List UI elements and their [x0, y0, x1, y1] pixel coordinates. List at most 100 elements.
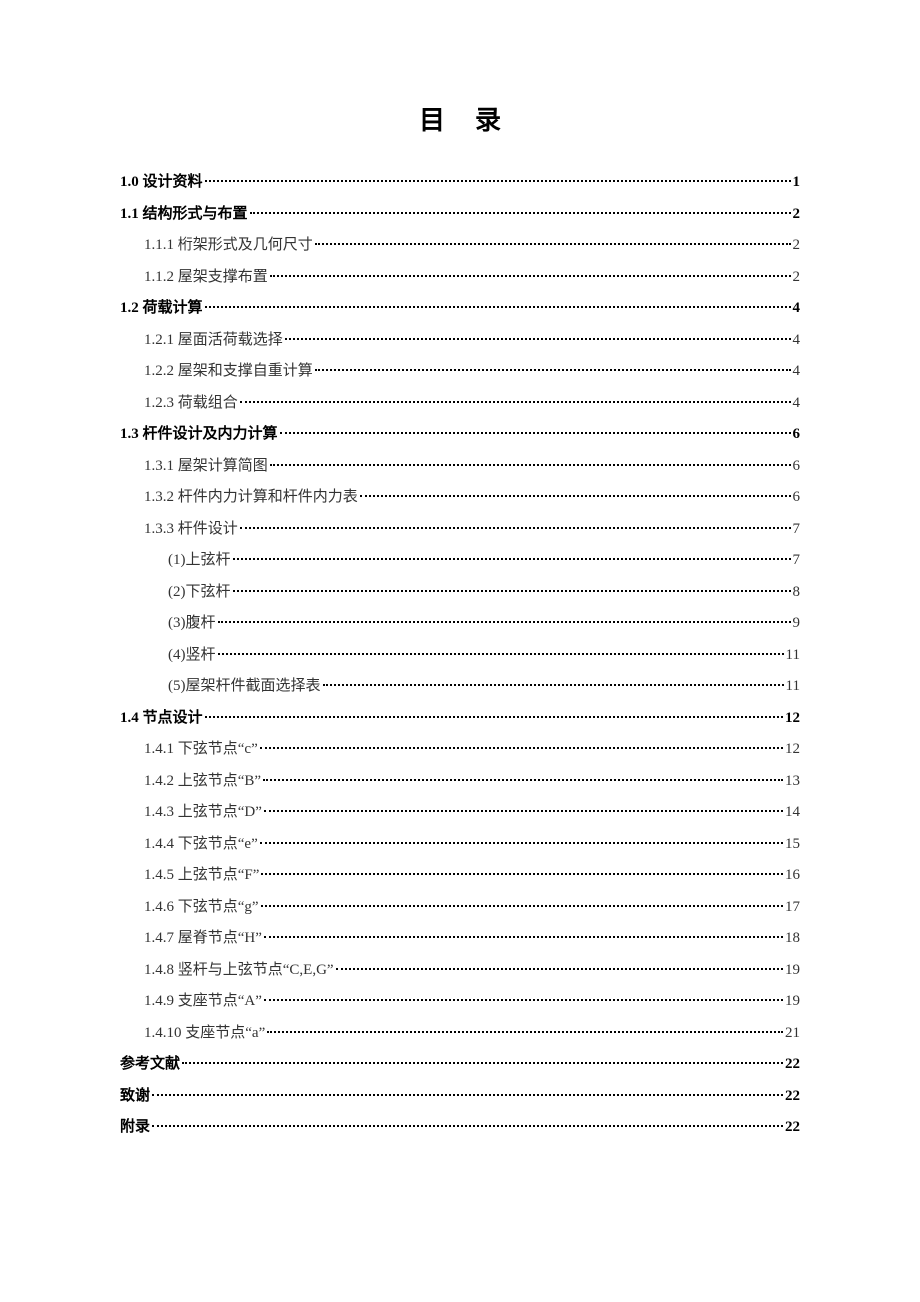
- toc-entry-label: 1.3.2 杆件内力计算和杆件内力表: [144, 482, 358, 514]
- toc-entry-label: 致谢: [120, 1081, 150, 1113]
- toc-leader-dots: [267, 1031, 783, 1033]
- toc-entry: 1.1 结构形式与布置2: [120, 199, 800, 231]
- toc-entry-label: 附录: [120, 1112, 150, 1144]
- toc-leader-dots: [264, 936, 783, 938]
- toc-leader-dots: [260, 747, 783, 749]
- toc-entry: 1.4.2 上弦节点“B” 13: [120, 766, 800, 798]
- toc-leader-dots: [315, 369, 791, 371]
- toc-entry-page: 13: [785, 766, 800, 798]
- toc-entry: 1.4.5 上弦节点“F”16: [120, 860, 800, 892]
- toc-entry-page: 9: [793, 608, 801, 640]
- toc-entry: 致谢 22: [120, 1081, 800, 1113]
- toc-entry: 参考文献 22: [120, 1049, 800, 1081]
- toc-entry-label: 1.2.1 屋面活荷载选择: [144, 325, 283, 357]
- toc-entry-page: 8: [793, 577, 801, 609]
- toc-entry: 1.4.4 下弦节点“e” 15: [120, 829, 800, 861]
- toc-entry-label: 1.4.4 下弦节点“e”: [144, 829, 258, 861]
- toc-entry-page: 11: [786, 640, 800, 672]
- toc-leader-dots: [233, 590, 791, 592]
- toc-leader-dots: [323, 684, 784, 686]
- toc-leader-dots: [264, 810, 783, 812]
- toc-leader-dots: [152, 1125, 783, 1127]
- toc-entry: (5)屋架杆件截面选择表 11: [120, 671, 800, 703]
- toc-entry: (1)上弦杆7: [120, 545, 800, 577]
- toc-entry-label: 1.4.1 下弦节点“c”: [144, 734, 258, 766]
- toc-entry-label: 1.4.3 上弦节点“D”: [144, 797, 262, 829]
- toc-leader-dots: [264, 999, 783, 1001]
- toc-entry: (3)腹杆 9: [120, 608, 800, 640]
- toc-entry-label: 1.1.2 屋架支撑布置: [144, 262, 268, 294]
- toc-entry-page: 18: [785, 923, 800, 955]
- toc-entry-page: 19: [785, 955, 800, 987]
- toc-entry-page: 2: [793, 199, 801, 231]
- toc-entry-page: 11: [786, 671, 800, 703]
- toc-entry: 1.2.3 荷载组合 4: [120, 388, 800, 420]
- toc-entry: (4)竖杆 11: [120, 640, 800, 672]
- toc-entry-label: 1.4.7 屋脊节点“H”: [144, 923, 262, 955]
- toc-entry-page: 4: [793, 293, 801, 325]
- toc-leader-dots: [250, 212, 791, 214]
- toc-entry: 1.3.2 杆件内力计算和杆件内力表 6: [120, 482, 800, 514]
- table-of-contents: 1.0 设计资料11.1 结构形式与布置21.1.1 桁架形式及几何尺寸21.1…: [120, 167, 800, 1144]
- toc-entry-page: 22: [785, 1112, 800, 1144]
- toc-leader-dots: [205, 716, 783, 718]
- toc-entry: 1.4.10 支座节点“a”21: [120, 1018, 800, 1050]
- toc-leader-dots: [360, 495, 791, 497]
- toc-entry-page: 15: [785, 829, 800, 861]
- toc-entry: 1.3.3 杆件设计7: [120, 514, 800, 546]
- toc-entry-label: 1.4.2 上弦节点“B”: [144, 766, 261, 798]
- toc-entry-label: 1.4 节点设计: [120, 703, 203, 735]
- toc-entry-label: 1.4.6 下弦节点“g”: [144, 892, 259, 924]
- toc-entry: 1.3 杆件设计及内力计算 6: [120, 419, 800, 451]
- toc-title: 目录: [120, 100, 800, 137]
- toc-leader-dots: [336, 968, 783, 970]
- toc-entry-page: 1: [793, 167, 801, 199]
- toc-entry-page: 6: [793, 419, 801, 451]
- toc-entry: 1.4.9 支座节点“A”19: [120, 986, 800, 1018]
- toc-entry-page: 17: [785, 892, 800, 924]
- toc-entry-page: 4: [793, 388, 801, 420]
- toc-entry-page: 14: [785, 797, 800, 829]
- toc-entry-label: 1.3 杆件设计及内力计算: [120, 419, 278, 451]
- toc-entry-page: 6: [793, 482, 801, 514]
- toc-entry: 1.1.2 屋架支撑布置 2: [120, 262, 800, 294]
- toc-entry-label: 1.3.1 屋架计算简图: [144, 451, 268, 483]
- toc-entry-label: 1.1.1 桁架形式及几何尺寸: [144, 230, 313, 262]
- toc-leader-dots: [205, 180, 791, 182]
- toc-leader-dots: [218, 621, 791, 623]
- toc-entry: 1.1.1 桁架形式及几何尺寸2: [120, 230, 800, 262]
- toc-entry-page: 22: [785, 1049, 800, 1081]
- toc-entry-label: 1.2.3 荷载组合: [144, 388, 238, 420]
- toc-entry-page: 4: [793, 325, 801, 357]
- toc-entry-label: (2)下弦杆: [168, 577, 231, 609]
- toc-leader-dots: [240, 527, 791, 529]
- toc-leader-dots: [270, 464, 791, 466]
- toc-leader-dots: [233, 558, 791, 560]
- toc-leader-dots: [182, 1062, 783, 1064]
- toc-entry-page: 22: [785, 1081, 800, 1113]
- toc-entry-label: 1.0 设计资料: [120, 167, 203, 199]
- toc-entry: 1.4.3 上弦节点“D” 14: [120, 797, 800, 829]
- toc-entry-page: 16: [785, 860, 800, 892]
- toc-leader-dots: [315, 243, 791, 245]
- toc-entry-label: (3)腹杆: [168, 608, 216, 640]
- toc-entry: 1.4.6 下弦节点“g” 17: [120, 892, 800, 924]
- toc-leader-dots: [285, 338, 791, 340]
- toc-entry: 1.4 节点设计 12: [120, 703, 800, 735]
- toc-entry-label: 参考文献: [120, 1049, 180, 1081]
- toc-entry-page: 2: [793, 262, 801, 294]
- toc-entry-label: (4)竖杆: [168, 640, 216, 672]
- toc-entry-label: (5)屋架杆件截面选择表: [168, 671, 321, 703]
- toc-leader-dots: [270, 275, 791, 277]
- toc-entry-label: 1.4.9 支座节点“A”: [144, 986, 262, 1018]
- toc-leader-dots: [261, 873, 783, 875]
- toc-entry-page: 12: [785, 734, 800, 766]
- toc-entry-page: 12: [785, 703, 800, 735]
- toc-entry-page: 4: [793, 356, 801, 388]
- toc-leader-dots: [240, 401, 791, 403]
- toc-entry: 1.2 荷载计算4: [120, 293, 800, 325]
- toc-leader-dots: [260, 842, 783, 844]
- toc-leader-dots: [218, 653, 784, 655]
- toc-entry: 1.2.1 屋面活荷载选择 4: [120, 325, 800, 357]
- toc-entry-page: 7: [793, 545, 801, 577]
